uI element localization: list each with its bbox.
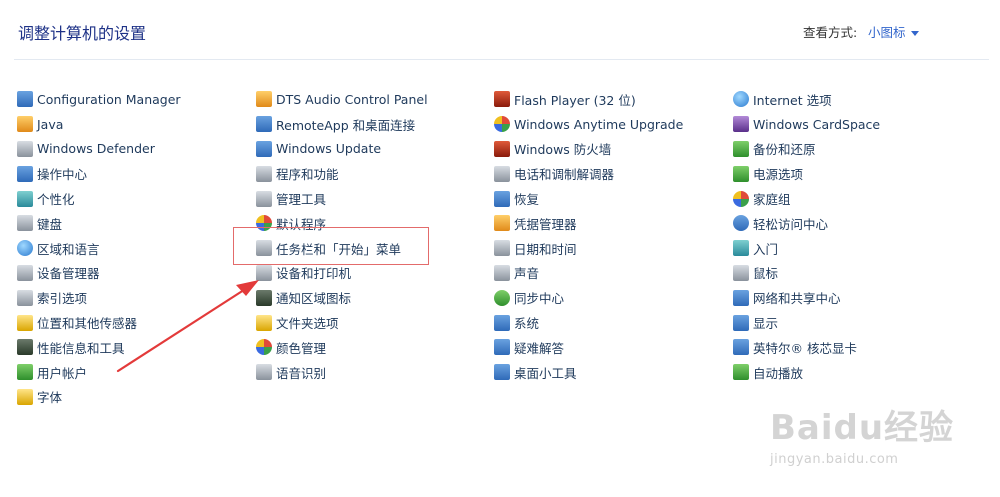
watermark: Baidu经验 jingyan.baidu.com [770,400,990,480]
watermark-logo: Baidu经验 [770,408,955,448]
watermark-url: jingyan.baidu.com [770,452,899,467]
